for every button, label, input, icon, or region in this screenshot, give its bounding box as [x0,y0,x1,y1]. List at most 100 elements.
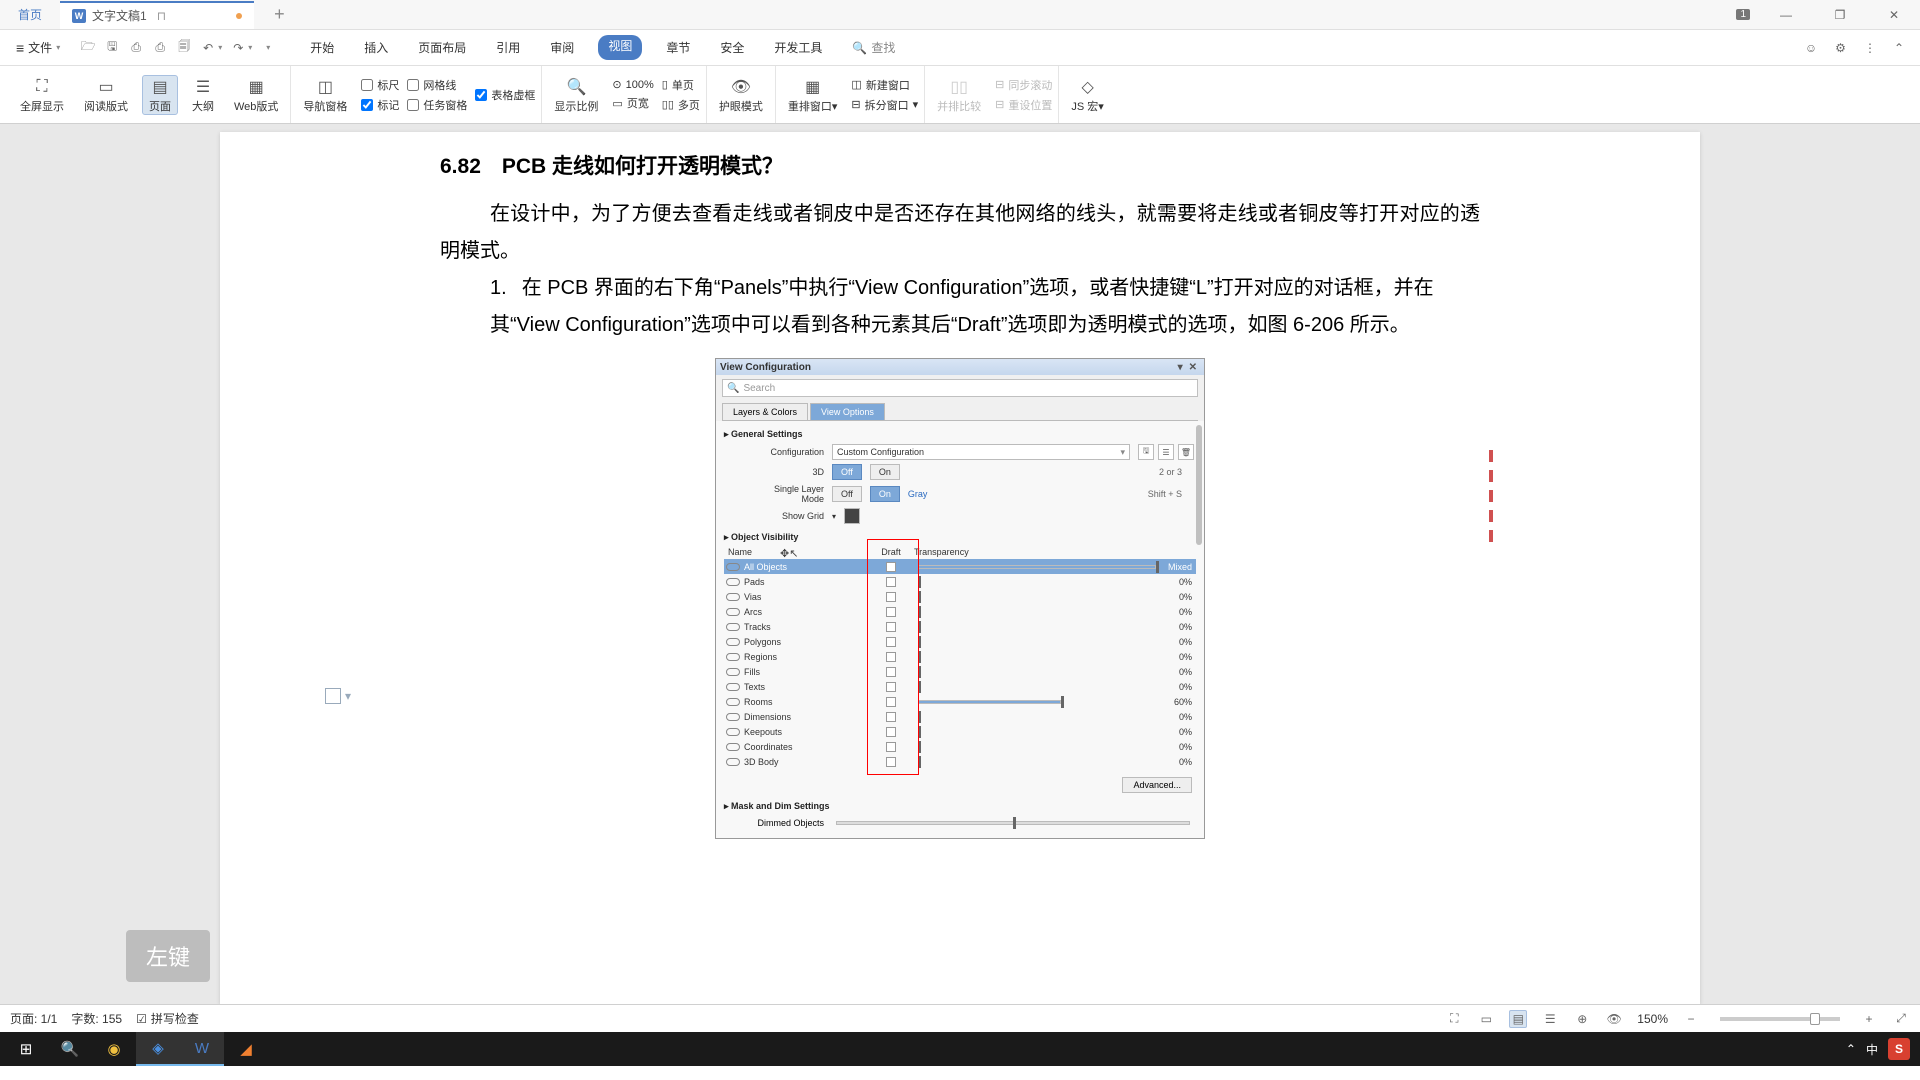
view-options-tab: View Options [810,403,885,420]
zoom-100-button[interactable]: ⊙ 100% [612,78,653,91]
tab-view[interactable]: 视图 [598,35,642,60]
search-taskbar-icon[interactable]: 🔍 [48,1032,92,1066]
config-list-icon: ☰ [1158,444,1174,460]
tab-review[interactable]: 审阅 [544,35,580,60]
revision-marks [1489,450,1493,542]
app-icon-2[interactable]: ◢ [224,1032,268,1066]
zoom-slider[interactable] [1720,1017,1840,1021]
home-tab[interactable]: 首页 [0,0,60,30]
new-window-button[interactable]: ◫ 新建窗口 [851,77,918,93]
feedback-icon[interactable]: ☺ [1805,41,1817,55]
open-icon[interactable]: 🗁 [80,40,96,56]
web-view-button[interactable]: ▦Web版式 [228,76,284,114]
key-overlay: 左键 [126,930,210,982]
fullscreen-status-icon[interactable]: ⛶ [1445,1010,1463,1028]
markup-checkbox[interactable]: 标记 [361,97,399,113]
save-icon[interactable]: 🖫 [104,40,120,56]
undo-button[interactable]: ↶▾ [200,40,222,56]
rearrange-window-button[interactable]: ▦重排窗口▾ [782,76,844,114]
fit-page-icon[interactable]: ⤢ [1892,1010,1910,1028]
search-placeholder: 查找 [871,39,895,56]
search-box[interactable]: 🔍 查找 [852,39,895,56]
single-page-button[interactable]: ▯ 单页 [662,77,700,93]
visibility-row: Tracks0% [724,619,1196,634]
more-icon[interactable]: ⋮ [1864,41,1876,55]
tab-insert[interactable]: 插入 [358,35,394,60]
redo-button[interactable]: ↷▾ [230,40,252,56]
task-pane-checkbox[interactable]: 任务窗格 [407,97,467,113]
doc-title: 文字文稿1 [92,7,147,24]
collapse-ribbon-icon[interactable]: ⌃ [1894,41,1904,55]
slm-gray-link: Gray [908,489,928,499]
section-number: 6.82 [440,155,481,178]
dialog-search-input: 🔍 Search [722,379,1198,397]
reset-pos-button: ⊟ 重设位置 [995,97,1052,113]
cursor-icon: ✥↖ [780,547,798,560]
quick-access-chevron[interactable]: ▾ [260,40,276,56]
config-delete-icon: 🗑 [1178,444,1194,460]
print-preview-icon[interactable]: 🗐 [176,40,192,56]
tab-pin-icon[interactable]: ⊓ [153,9,170,23]
page-view-button[interactable]: ▤页面 [142,75,178,115]
nav-pane-button[interactable]: ◫导航窗格 [297,76,353,114]
tab-chapter[interactable]: 章节 [660,35,696,60]
zoom-out-button[interactable]: − [1682,1010,1700,1028]
close-button[interactable]: ✕ [1876,8,1912,22]
app-icon-1[interactable]: ◈ [136,1032,180,1066]
sync-scroll-button: ⊟ 同步滚动 [995,77,1052,93]
maximize-button[interactable]: ❐ [1822,8,1858,22]
table-grid-checkbox[interactable]: 表格虚框 [475,87,535,103]
gridlines-checkbox[interactable]: 网格线 [407,77,467,93]
reading-view-button[interactable]: ▭阅读版式 [78,76,134,114]
step-1: 1. 在 PCB 界面的右下角“Panels”中执行“View Configur… [490,270,1480,344]
advanced-button: Advanced... [1122,777,1192,793]
tab-devtools[interactable]: 开发工具 [768,35,828,60]
zoom-in-button[interactable]: + [1860,1010,1878,1028]
wps-icon[interactable]: W [180,1032,224,1066]
eye-status-icon[interactable]: 👁 [1605,1010,1623,1028]
doc-type-icon: W [72,9,86,23]
start-button[interactable]: ⊞ [4,1032,48,1066]
notification-badge[interactable]: 1 [1736,9,1750,20]
chrome-icon[interactable]: ◉ [92,1032,136,1066]
js-macro-button[interactable]: ◇JS 宏▾ [1065,76,1109,114]
page-width-button[interactable]: ▭ 页宽 [612,95,653,111]
insert-object-icon[interactable]: ▾ [325,688,351,704]
ruler-checkbox[interactable]: 标尺 [361,77,399,93]
word-count[interactable]: 字数: 155 [71,1010,122,1027]
document-tab[interactable]: W 文字文稿1 ⊓ [60,1,254,29]
fullscreen-button[interactable]: ⛶全屏显示 [14,76,70,114]
ime-icon[interactable]: S [1888,1038,1910,1060]
print-icon[interactable]: ⎙ [152,40,168,56]
layers-colors-tab: Layers & Colors [722,403,808,420]
tab-security[interactable]: 安全 [714,35,750,60]
print-quick-icon[interactable]: ⎙ [128,40,144,56]
page-indicator[interactable]: 页面: 1/1 [10,1010,57,1027]
minimize-button[interactable]: — [1768,8,1804,22]
multi-page-button[interactable]: ▯▯ 多页 [662,97,700,113]
tab-start[interactable]: 开始 [304,35,340,60]
ime-lang[interactable]: 中 [1866,1041,1878,1058]
web-layout-status-icon[interactable]: ⊕ [1573,1010,1591,1028]
outline-status-icon[interactable]: ☰ [1541,1010,1559,1028]
dialog-pin-icon: ▾ [1175,362,1186,373]
split-window-button[interactable]: ⊟ 拆分窗口▾ [851,97,918,113]
settings-icon[interactable]: ⚙ [1835,41,1846,55]
document-page[interactable]: 6.82 PCB 走线如何打开透明模式？ 在设计中，为了方便去查看走线或者铜皮中… [220,132,1700,1004]
visibility-row: All ObjectsMixed [724,559,1196,574]
tab-page-layout[interactable]: 页面布局 [412,35,472,60]
tab-references[interactable]: 引用 [490,35,526,60]
chevron-down-icon: ▾ [56,43,60,52]
zoom-ratio-button[interactable]: 🔍显示比例 [548,76,604,114]
spell-check-button[interactable]: ☑拼写检查 [136,1010,199,1027]
file-menu[interactable]: ≡ 文件 ▾ [8,39,68,56]
reading-status-icon[interactable]: ▭ [1477,1010,1495,1028]
new-tab-button[interactable]: + [254,4,305,25]
tray-chevron-icon[interactable]: ⌃ [1846,1042,1856,1056]
outline-view-button[interactable]: ☰大纲 [186,76,220,114]
visibility-row: Arcs0% [724,604,1196,619]
eye-mode-button[interactable]: 👁护眼模式 [713,76,769,114]
zoom-level[interactable]: 150% [1637,1012,1668,1026]
page-layout-status-icon[interactable]: ▤ [1509,1010,1527,1028]
slm-off-toggle: Off [832,486,862,502]
